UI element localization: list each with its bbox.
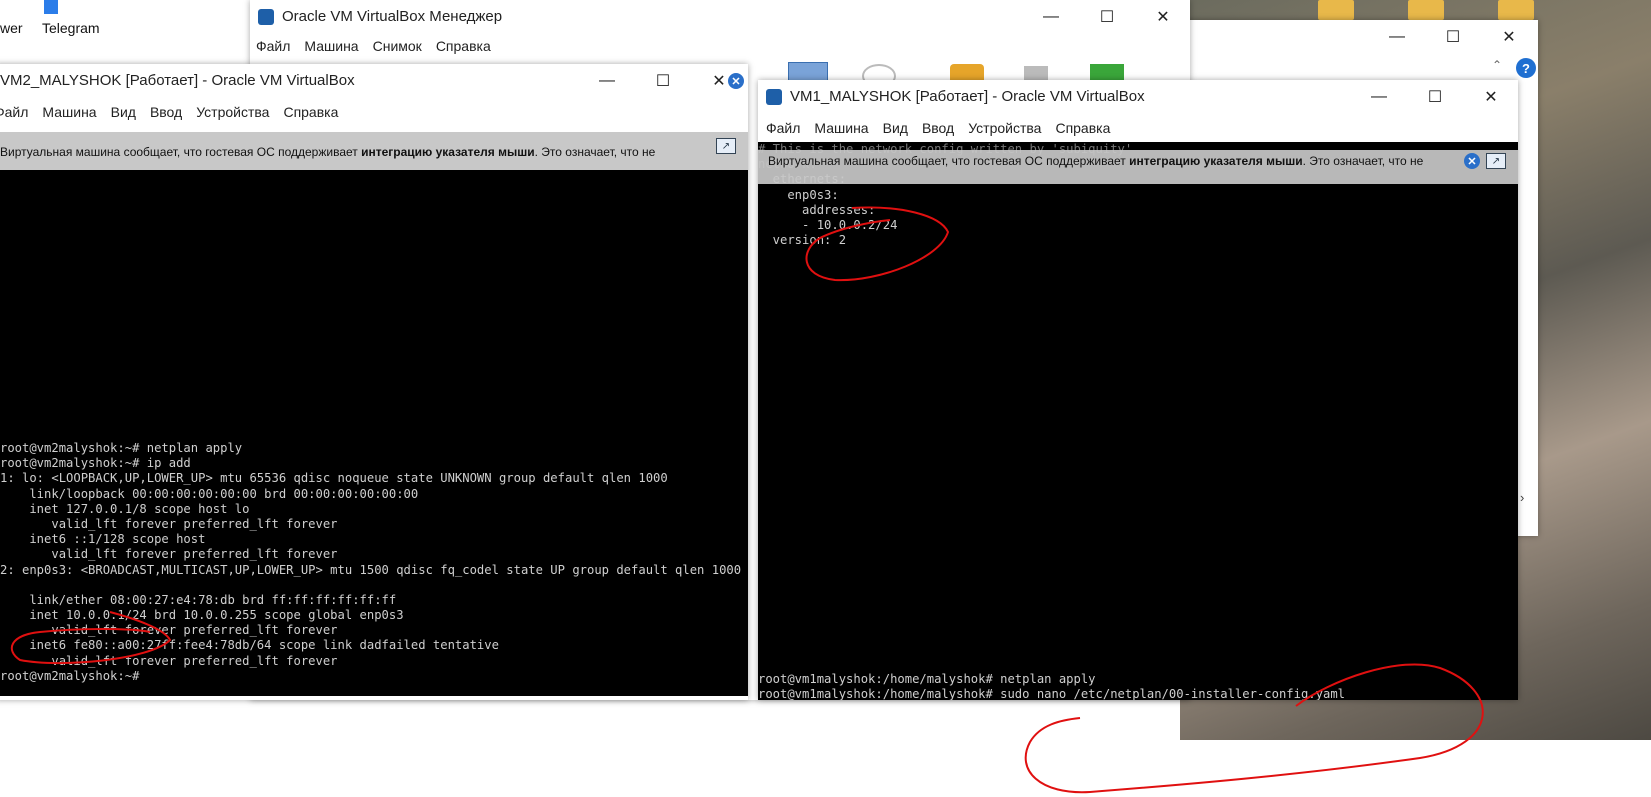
terminal-output: root@vm2malyshok:~# netplan apply root@vm… bbox=[0, 441, 741, 684]
menu-input[interactable]: Ввод bbox=[150, 104, 182, 120]
menu-file[interactable]: Файл bbox=[256, 38, 290, 54]
terminal-line: enp0s3: bbox=[758, 187, 839, 202]
virtualbox-logo-icon bbox=[258, 9, 274, 25]
terminal-line: valid_lft forever preferred_lft forever bbox=[0, 623, 338, 638]
menu-view[interactable]: Вид bbox=[111, 104, 136, 120]
help-icon[interactable]: ? bbox=[1516, 58, 1536, 78]
terminal-line: inet 127.0.0.1/8 scope host lo bbox=[0, 501, 250, 516]
terminal-line: root@vm2malyshok:~# ip add bbox=[0, 456, 191, 471]
terminal-line: root@vm1malyshok:/home/malyshok# sudo na… bbox=[758, 687, 1345, 700]
close-icon[interactable]: ✕ bbox=[1464, 153, 1480, 169]
terminal-line: root@vm2malyshok:~# netplan apply bbox=[0, 441, 243, 455]
menu-devices[interactable]: Устройства bbox=[968, 120, 1041, 136]
vm2-window[interactable]: VM2_MALYSHOK [Работает] - Oracle VM Virt… bbox=[0, 64, 748, 700]
menu-help[interactable]: Справка bbox=[1055, 120, 1110, 136]
maximize-button[interactable]: ☐ bbox=[1430, 20, 1476, 54]
vm1-terminal[interactable]: # This is the network config written by … bbox=[758, 142, 1518, 700]
menu-snapshot[interactable]: Снимок bbox=[373, 38, 422, 54]
notice-text: . Это означает, что не bbox=[1302, 154, 1424, 168]
terminal-line: version: 2 bbox=[758, 233, 847, 248]
title-bar[interactable]: VM1_MALYSHOK [Работает] - Oracle VM Virt… bbox=[758, 80, 1518, 114]
virtualbox-logo-icon bbox=[766, 89, 782, 105]
menu-machine[interactable]: Машина bbox=[42, 104, 96, 120]
vm1-window[interactable]: VM1_MALYSHOK [Работает] - Oracle VM Virt… bbox=[758, 80, 1518, 700]
desktop-icon-label[interactable]: wer bbox=[0, 20, 23, 36]
close-button[interactable]: ✕ bbox=[1486, 20, 1532, 54]
terminal-line: link/ether 08:00:27:e4:78:db brd ff:ff:f… bbox=[0, 592, 397, 607]
terminal-line: - 10.0.0.2/24 bbox=[758, 217, 898, 232]
menu-machine[interactable]: Машина bbox=[304, 38, 358, 54]
menu-help[interactable]: Справка bbox=[436, 38, 491, 54]
terminal-line: root@vm2malyshok:~# bbox=[0, 668, 140, 683]
menu-file[interactable]: Файл bbox=[766, 120, 800, 136]
close-button[interactable]: ✕ bbox=[1468, 80, 1514, 114]
notice-bold: интеграцию указателя мыши bbox=[1129, 154, 1303, 168]
window-title: VM1_MALYSHOK [Работает] - Oracle VM Virt… bbox=[790, 88, 1145, 105]
folder-icon[interactable] bbox=[1318, 0, 1354, 20]
menu-help[interactable]: Справка bbox=[283, 104, 338, 120]
mouse-pointer-icon: ↗ bbox=[716, 138, 736, 154]
mouse-pointer-icon: ↗ bbox=[1486, 153, 1506, 169]
window-title: VM2_MALYSHOK [Работает] - Oracle VM Virt… bbox=[0, 72, 355, 89]
window-title: Oracle VM VirtualBox Менеджер bbox=[282, 8, 503, 25]
maximize-button[interactable]: ☐ bbox=[640, 64, 686, 98]
minimize-button[interactable]: — bbox=[1374, 20, 1420, 54]
menu-file[interactable]: Файл bbox=[0, 104, 28, 120]
terminal-line: 1: lo: <LOOPBACK,UP,LOWER_UP> mtu 65536 … bbox=[0, 471, 668, 486]
title-bar[interactable]: Oracle VM VirtualBox Менеджер — ☐ ✕ bbox=[250, 0, 1190, 34]
mouse-integration-notice: Виртуальная машина сообщает, что гостева… bbox=[0, 73, 748, 170]
menu-input[interactable]: Ввод bbox=[922, 120, 954, 136]
title-bar[interactable]: VM2_MALYSHOK [Работает] - Oracle VM Virt… bbox=[0, 64, 748, 98]
folder-icon[interactable] bbox=[1408, 0, 1444, 20]
menu-machine[interactable]: Машина bbox=[814, 120, 868, 136]
terminal-line: link/loopback 00:00:00:00:00:00 brd 00:0… bbox=[0, 486, 419, 501]
terminal-line: valid_lft forever preferred_lft forever bbox=[0, 516, 338, 531]
desktop-icon-label[interactable]: Telegram bbox=[42, 20, 100, 36]
menu-bar: Файл Машина Снимок Справка bbox=[256, 38, 1190, 64]
mouse-integration-notice: Виртуальная машина сообщает, что гостева… bbox=[758, 150, 1518, 184]
terminal-line: inet6 ::1/128 scope host bbox=[0, 532, 206, 547]
vm2-terminal[interactable]: root@vm2malyshok:~# netplan apply root@vm… bbox=[0, 170, 748, 696]
telegram-icon[interactable] bbox=[44, 0, 58, 14]
terminal-line: root@vm1malyshok:/home/malyshok# netplan… bbox=[758, 672, 1096, 686]
menu-bar: Файл Машина Вид Ввод Устройства Справка bbox=[0, 104, 748, 130]
terminal-line: addresses: bbox=[758, 202, 876, 217]
terminal-line: inet6 fe80::a00:27ff:fee4:78db/64 scope … bbox=[0, 638, 499, 653]
terminal-output: root@vm1malyshok:/home/malyshok# netplan… bbox=[758, 672, 1345, 700]
terminal-line: 2: enp0s3: <BROADCAST,MULTICAST,UP,LOWER… bbox=[0, 562, 742, 577]
notice-bold: интеграцию указателя мыши bbox=[361, 145, 535, 159]
close-button[interactable]: ✕ bbox=[1140, 0, 1186, 34]
menu-devices[interactable]: Устройства bbox=[196, 104, 269, 120]
chevron-right-icon[interactable]: › bbox=[1520, 490, 1524, 505]
terminal-line: valid_lft forever preferred_lft forever bbox=[0, 653, 338, 668]
maximize-button[interactable]: ☐ bbox=[1084, 0, 1130, 34]
menu-view[interactable]: Вид bbox=[883, 120, 908, 136]
minimize-button[interactable]: — bbox=[1028, 0, 1074, 34]
terminal-line: inet 10.0.0.1/24 brd 10.0.0.255 scope gl… bbox=[0, 608, 404, 623]
folder-icon[interactable] bbox=[1498, 0, 1534, 20]
maximize-button[interactable]: ☐ bbox=[1412, 80, 1458, 114]
minimize-button[interactable]: — bbox=[1356, 80, 1402, 114]
minimize-button[interactable]: — bbox=[584, 64, 630, 98]
notice-text: . Это означает, что не bbox=[534, 145, 656, 159]
notice-text: Виртуальная машина сообщает, что гостева… bbox=[0, 145, 362, 159]
chevron-up-icon[interactable]: ⌃ bbox=[1492, 58, 1502, 72]
notice-text: Виртуальная машина сообщает, что гостева… bbox=[768, 154, 1130, 168]
terminal-line: valid_lft forever preferred_lft forever bbox=[0, 547, 338, 562]
